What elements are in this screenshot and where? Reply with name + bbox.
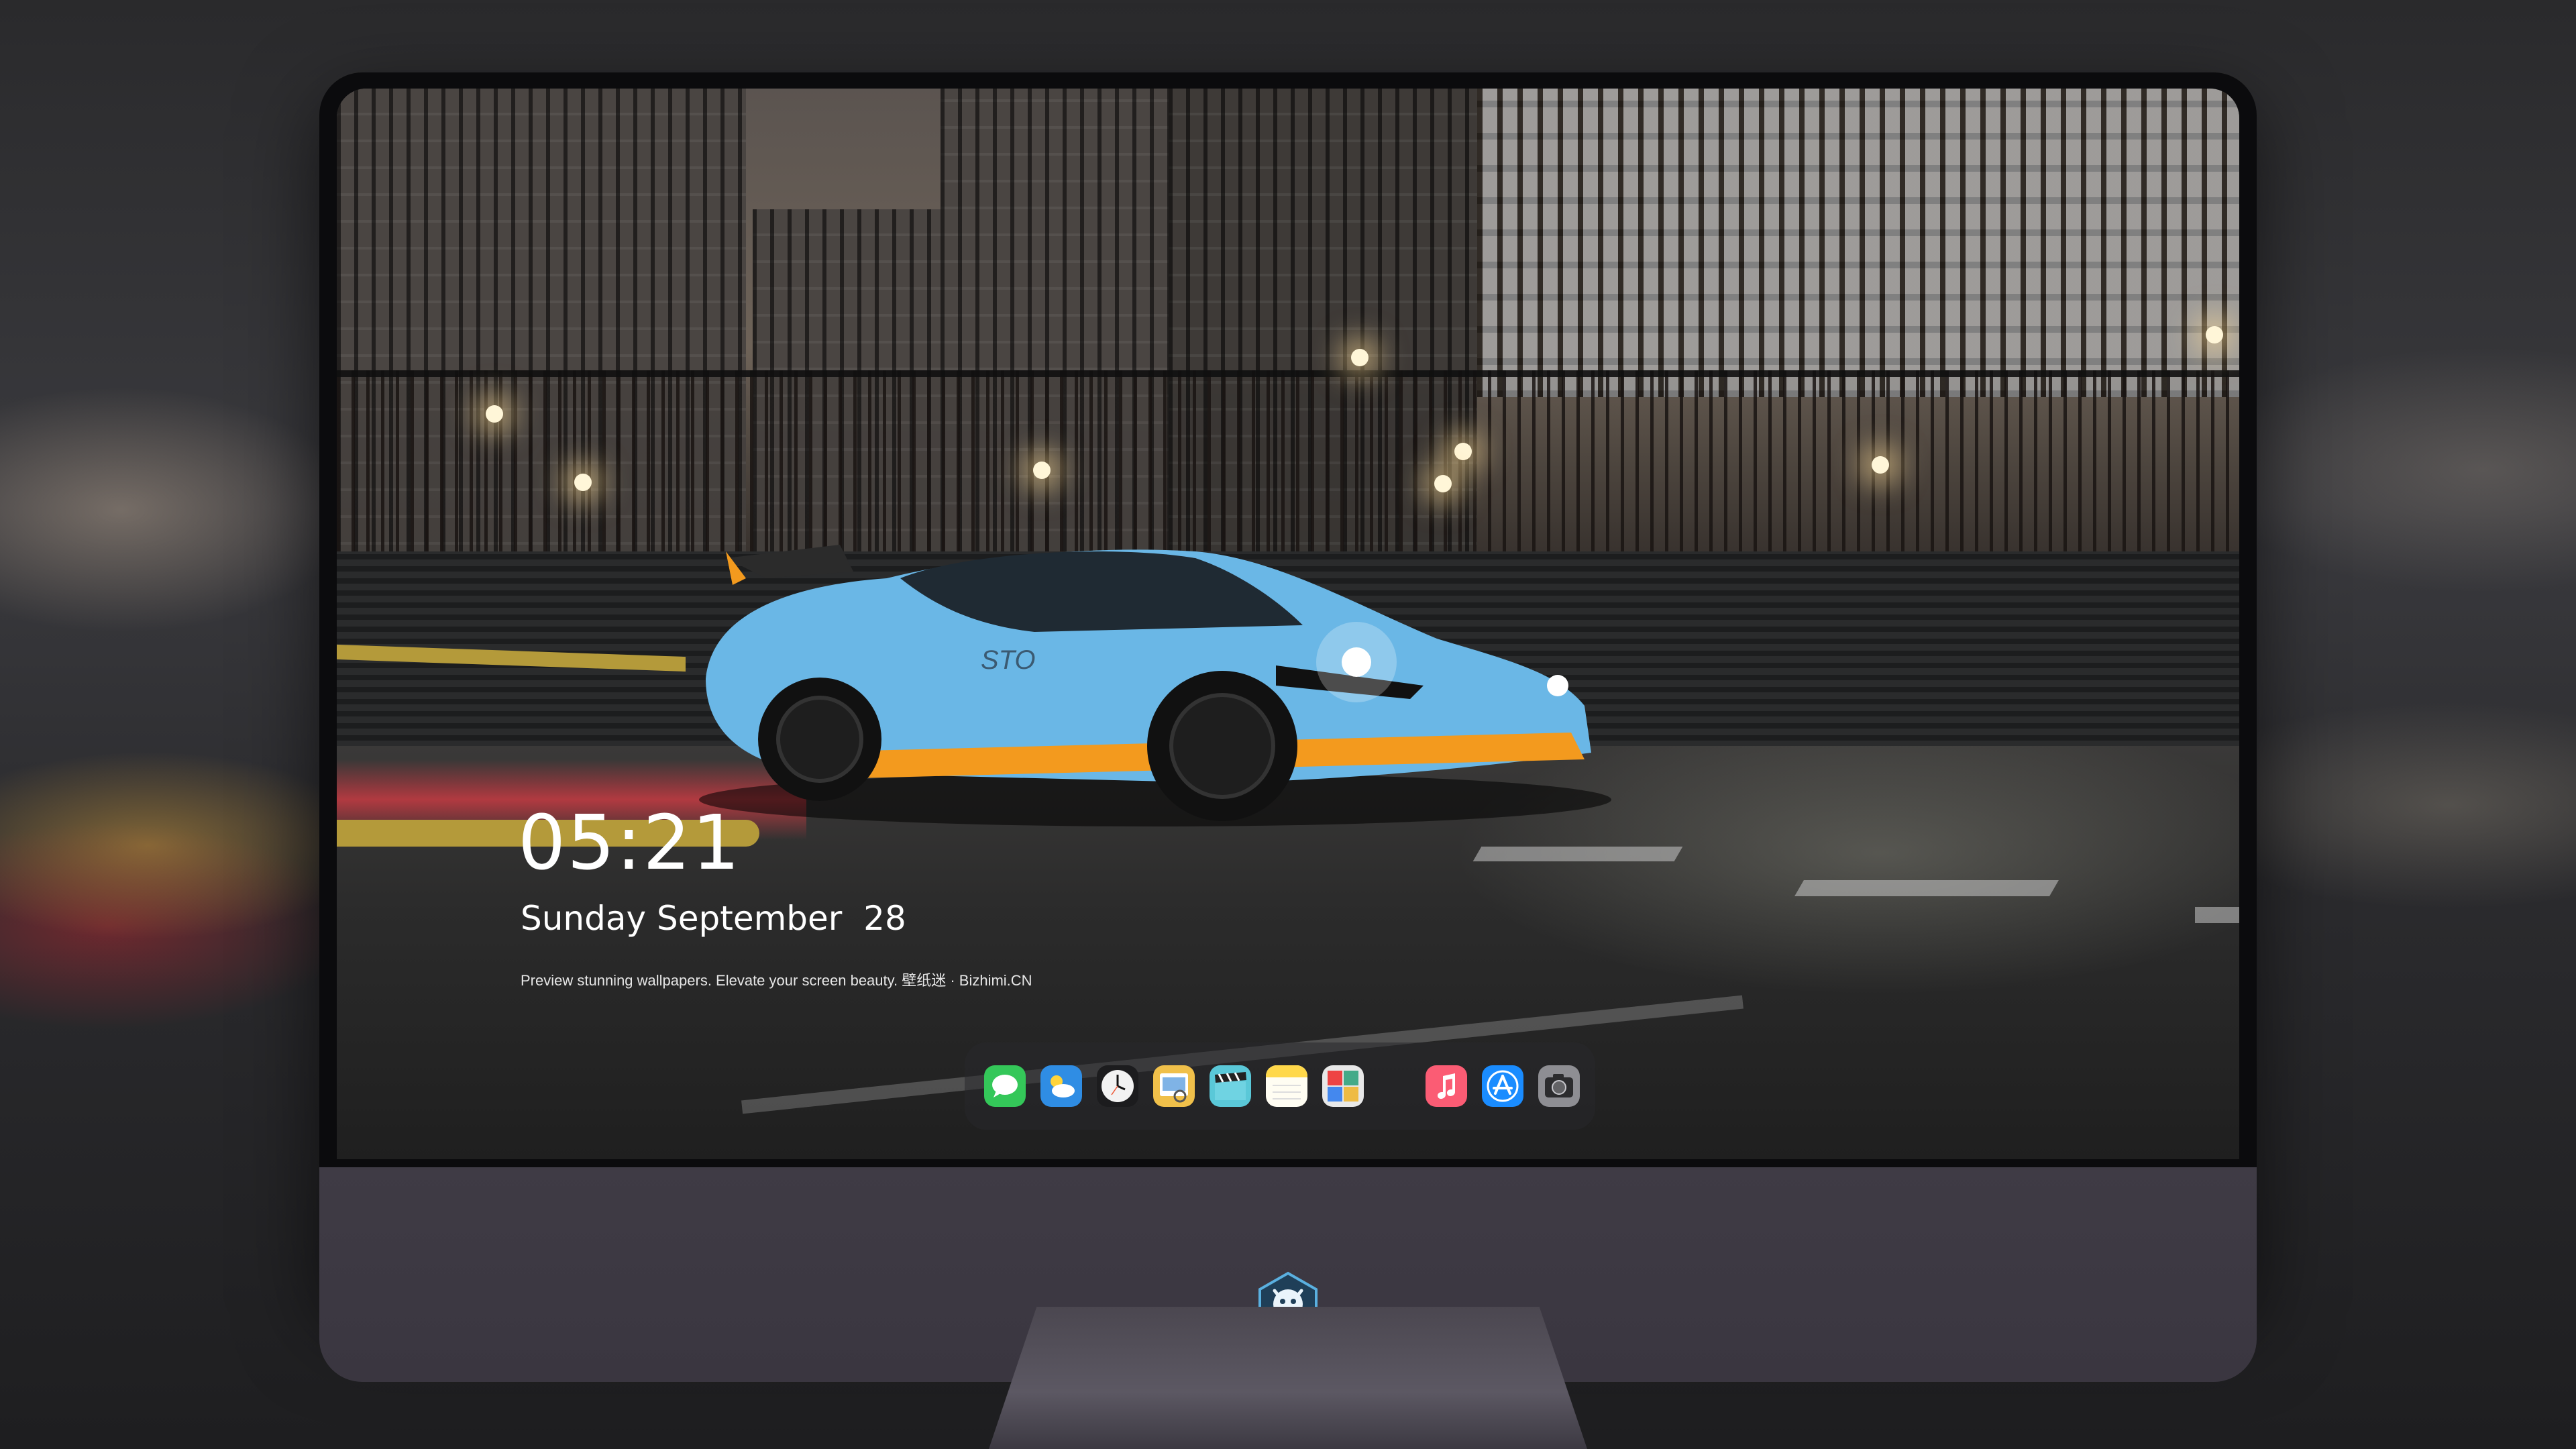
dock [965,1042,1595,1130]
street-lamp [1454,443,1472,460]
lock-screen-time: 05:21 [518,800,741,887]
app-store-icon[interactable] [1482,1065,1523,1107]
road-marking [1794,880,2059,896]
monitor-stand [989,1307,1587,1449]
street-lamp [1033,462,1051,479]
notes-icon[interactable] [1266,1065,1307,1107]
desktop-scene: STO 05:21 Sunday September 28 Preview st… [0,0,2576,1449]
weather-icon[interactable] [1040,1065,1082,1107]
wallpaper-tagline: Preview stunning wallpapers. Elevate you… [521,972,1032,989]
street-lamp [574,474,592,491]
clock-icon[interactable] [1097,1065,1138,1107]
camera-icon[interactable] [1538,1065,1580,1107]
sports-car: STO [699,545,1611,826]
lock-screen[interactable]: STO 05:21 Sunday September 28 Preview st… [337,89,2239,1159]
street-lamp [1872,456,1889,474]
street-lamp [486,405,503,423]
fence-rail [337,370,2239,377]
street-lamp [1351,349,1368,366]
clips-icon[interactable] [1210,1065,1251,1107]
svg-text:STO: STO [981,645,1036,675]
preview-icon[interactable] [1153,1065,1195,1107]
wallpaper-building [1477,89,2239,397]
street-lamp [2206,326,2223,343]
lock-screen-date: Sunday September 28 [521,899,906,938]
road-marking [2195,907,2239,923]
music-icon[interactable] [1426,1065,1467,1107]
messages-icon[interactable] [984,1065,1026,1107]
street-lamp [1434,475,1452,492]
photo-booth-icon[interactable] [1322,1065,1364,1107]
road-marking [1472,847,1683,861]
monitor: STO 05:21 Sunday September 28 Preview st… [319,72,2257,1382]
